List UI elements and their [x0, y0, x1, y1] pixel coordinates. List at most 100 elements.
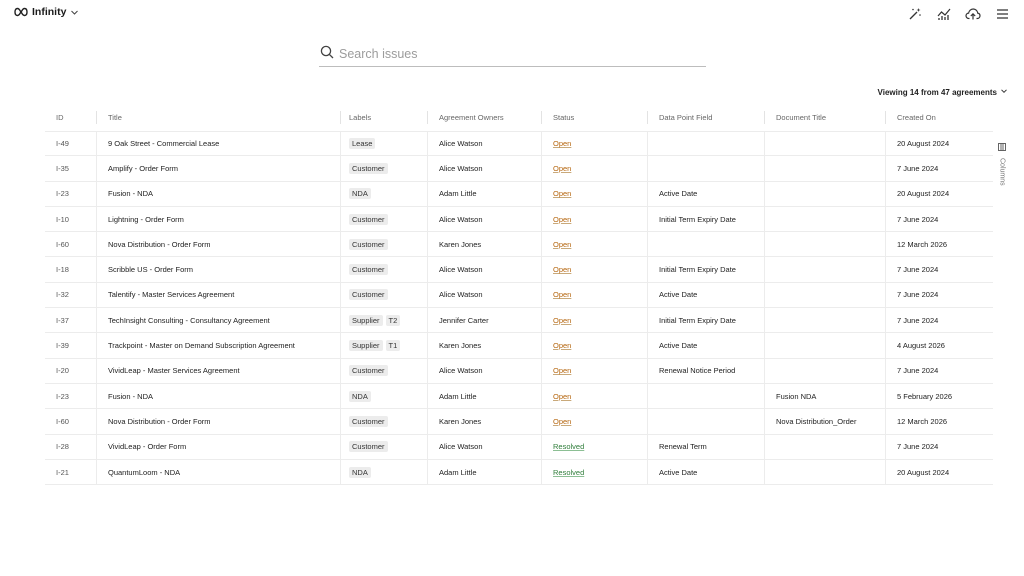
column-header-owners[interactable]: Agreement Owners	[427, 111, 541, 124]
data-point-field	[647, 232, 764, 257]
column-header-labels[interactable]: Labels	[340, 111, 427, 124]
labels-cell: Supplier T2	[340, 308, 427, 333]
agreement-title[interactable]: Talentify - Master Services Agreement	[96, 282, 340, 308]
label-tag: Customer	[349, 441, 388, 453]
data-point-field	[647, 409, 764, 434]
agreement-title[interactable]: Amplify - Order Form	[96, 156, 340, 181]
table-row[interactable]: I-23 Fusion - NDA NDA Adam Little Open Active…	[45, 181, 993, 207]
table-row[interactable]: I-35 Amplify - Order Form Customer Alice Wa…	[45, 156, 993, 182]
agreement-title[interactable]: Nova Distribution - Order Form	[96, 409, 340, 434]
label-tag: Customer	[349, 415, 388, 427]
document-title	[764, 206, 885, 232]
status-link[interactable]: Open	[553, 164, 571, 173]
column-header-id[interactable]: ID	[45, 111, 96, 124]
status-link[interactable]: Open	[553, 265, 571, 274]
agreement-title[interactable]: TechInsight Consulting - Consultancy Agr…	[96, 308, 340, 333]
document-title	[764, 333, 885, 358]
top-bar: Infinity	[0, 0, 1024, 28]
agreement-title[interactable]: Fusion - NDA	[96, 383, 340, 409]
status-cell: Open	[541, 383, 647, 409]
created-on: 7 June 2024	[885, 257, 993, 282]
status-link[interactable]: Open	[553, 139, 571, 148]
table-row[interactable]: I-23 Fusion - NDA NDA Adam Little Open Fusion…	[45, 383, 993, 410]
data-point-field: Initial Term Expiry Date	[647, 257, 764, 282]
agreement-title[interactable]: 9 Oak Street - Commercial Lease	[96, 132, 340, 156]
workspace-switcher[interactable]: Infinity	[14, 6, 79, 18]
data-point-field	[647, 132, 764, 156]
table-row[interactable]: I-28 VividLeap - Order Form Customer Alice …	[45, 434, 993, 460]
table-row[interactable]: I-32 Talentify - Master Services Agreemen…	[45, 282, 993, 309]
column-header-status[interactable]: Status	[541, 111, 647, 124]
issue-id: I-60	[56, 239, 69, 249]
status-link[interactable]: Open	[553, 392, 571, 401]
status-link[interactable]: Open	[553, 417, 571, 426]
column-header-created-on[interactable]: Created On	[885, 111, 993, 124]
status-cell: Resolved	[541, 434, 647, 459]
status-cell: Open	[541, 282, 647, 308]
issue-id: I-35	[56, 163, 69, 173]
status-cell: Open	[541, 257, 647, 282]
agreement-owner: Alice Watson	[427, 434, 541, 459]
created-on: 7 June 2024	[885, 308, 993, 333]
agreement-title[interactable]: Trackpoint - Master on Demand Subscripti…	[96, 333, 340, 358]
search-icon	[319, 45, 334, 64]
status-link[interactable]: Open	[553, 341, 571, 350]
agreement-title[interactable]: VividLeap - Master Services Agreement	[96, 358, 340, 383]
status-link[interactable]: Resolved	[553, 468, 584, 477]
agreement-title[interactable]: Nova Distribution - Order Form	[96, 232, 340, 257]
hamburger-menu-icon[interactable]	[994, 6, 1010, 22]
data-point-field: Renewal Term	[647, 434, 764, 459]
status-link[interactable]: Open	[553, 189, 571, 198]
status-link[interactable]: Open	[553, 290, 571, 299]
search-input[interactable]	[339, 47, 689, 61]
label-tag: Customer	[349, 213, 388, 225]
document-title	[764, 181, 885, 206]
columns-icon	[998, 138, 1006, 156]
column-header-data-point-field[interactable]: Data Point Field	[647, 111, 764, 124]
status-link[interactable]: Open	[553, 366, 571, 375]
magic-wand-icon[interactable]	[907, 6, 923, 22]
agreement-title[interactable]: Fusion - NDA	[96, 181, 340, 206]
table-row[interactable]: I-39 Trackpoint - Master on Demand Subscr…	[45, 333, 993, 359]
columns-panel-toggle[interactable]: Columns	[996, 138, 1008, 188]
column-header-title[interactable]: Title	[96, 111, 340, 124]
status-link[interactable]: Open	[553, 215, 571, 224]
document-title	[764, 434, 885, 459]
agreement-title[interactable]: QuantumLoom - NDA	[96, 459, 340, 485]
status-link[interactable]: Resolved	[553, 442, 584, 451]
status-cell: Open	[541, 156, 647, 181]
analytics-chart-icon[interactable]	[936, 6, 952, 22]
issue-id: I-32	[56, 290, 69, 300]
table-row[interactable]: I-37 TechInsight Consulting - Consultancy…	[45, 308, 993, 334]
label-tag: NDA	[349, 390, 371, 402]
column-header-document-title[interactable]: Document Title	[764, 111, 885, 124]
agreement-title[interactable]: Scribble US - Order Form	[96, 257, 340, 282]
status-link[interactable]: Open	[553, 240, 571, 249]
document-title	[764, 358, 885, 383]
viewing-count-label: Viewing 14 from 47 agreements	[877, 87, 997, 97]
labels-cell: Customer	[340, 156, 427, 181]
table-row[interactable]: I-49 9 Oak Street - Commercial Lease Lease…	[45, 131, 993, 157]
issue-id: I-28	[56, 442, 69, 452]
document-title	[764, 132, 885, 156]
issue-id: I-20	[56, 366, 69, 376]
agreement-title[interactable]: VividLeap - Order Form	[96, 434, 340, 459]
table-row[interactable]: I-20 VividLeap - Master Services Agreemen…	[45, 358, 993, 384]
label-tag: Customer	[349, 289, 388, 301]
table-row[interactable]: I-18 Scribble US - Order Form Customer Alic…	[45, 257, 993, 283]
viewing-count-dropdown[interactable]: Viewing 14 from 47 agreements	[878, 87, 1008, 97]
status-cell: Open	[541, 232, 647, 257]
cloud-upload-icon[interactable]	[965, 6, 981, 22]
agreement-owner: Adam Little	[427, 459, 541, 485]
agreement-owner: Alice Watson	[427, 156, 541, 181]
table-row[interactable]: I-60 Nova Distribution - Order Form Custom…	[45, 409, 993, 435]
labels-cell: Customer	[340, 409, 427, 434]
data-point-field: Initial Term Expiry Date	[647, 206, 764, 232]
created-on: 12 March 2026	[885, 232, 993, 257]
agreement-title[interactable]: Lightning - Order Form	[96, 206, 340, 232]
table-row[interactable]: I-21 QuantumLoom - NDA NDA Adam Little Resol…	[45, 459, 993, 486]
created-on: 7 June 2024	[885, 282, 993, 308]
status-link[interactable]: Open	[553, 316, 571, 325]
table-row[interactable]: I-10 Lightning - Order Form Customer Alice …	[45, 206, 993, 233]
table-row[interactable]: I-60 Nova Distribution - Order Form Custom…	[45, 232, 993, 258]
